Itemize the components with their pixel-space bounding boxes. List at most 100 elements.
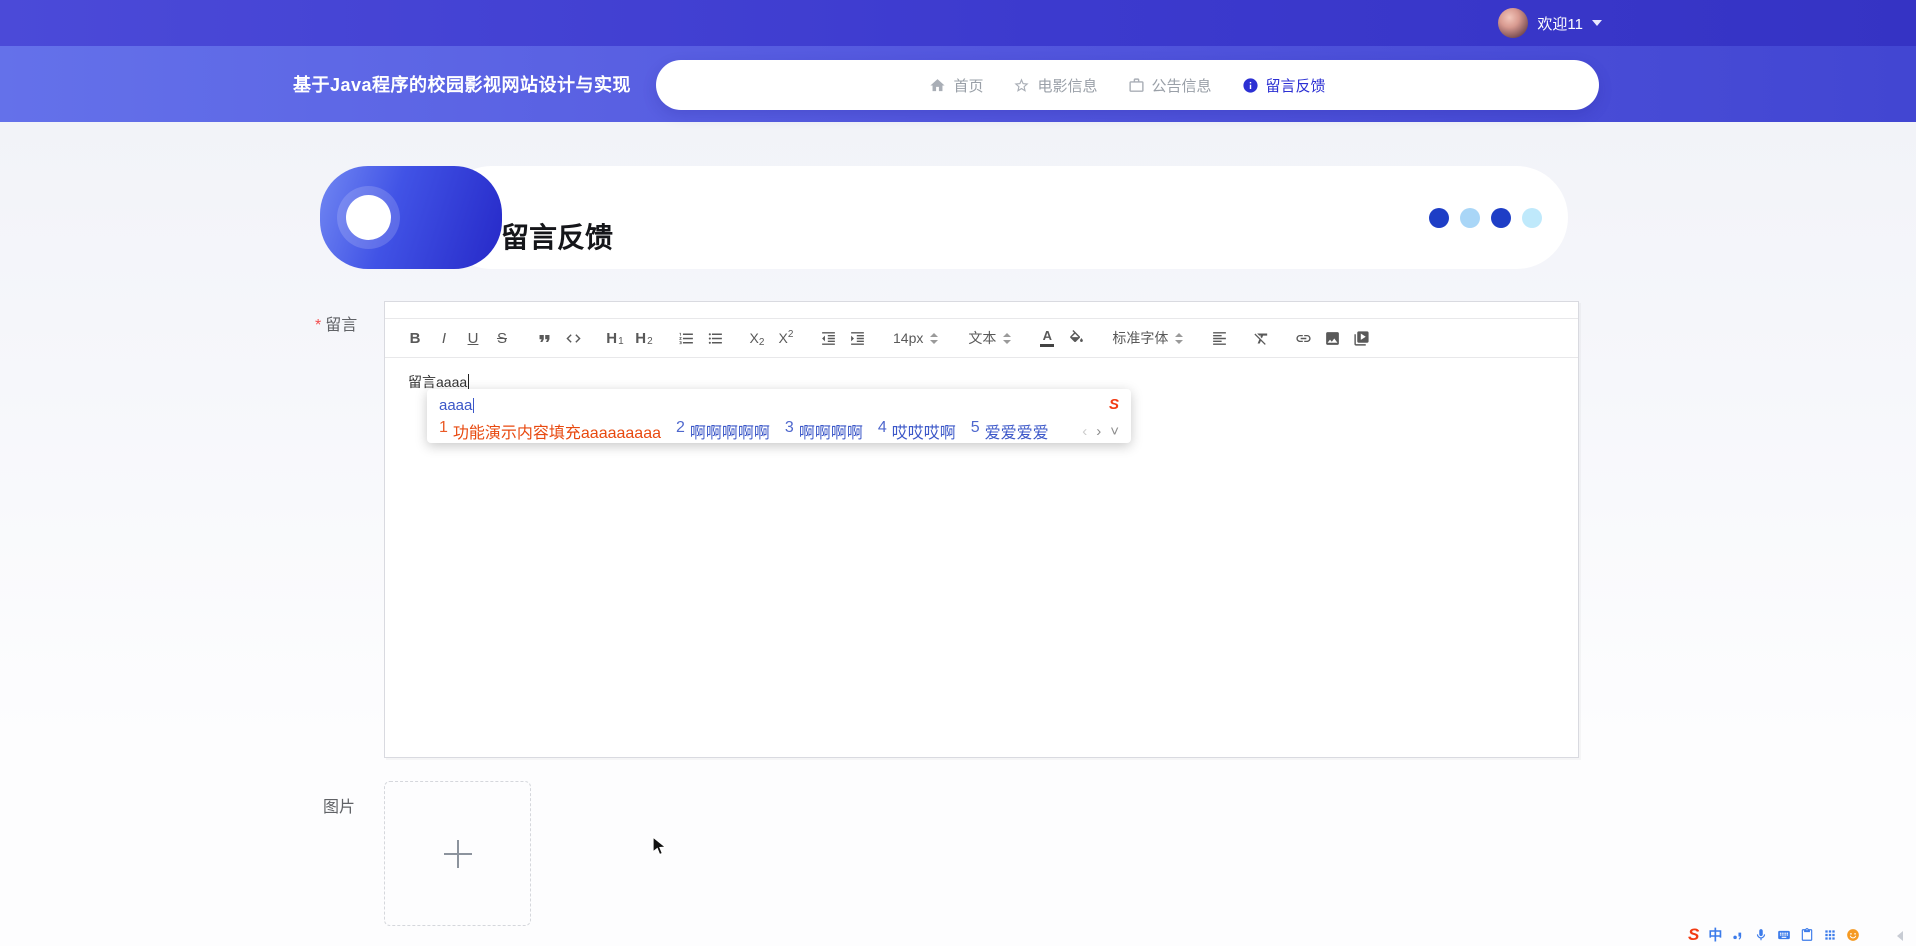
superscript-button[interactable]: X2 (772, 324, 800, 352)
image-field-label: 图片 (323, 793, 355, 817)
ime-prev-page-arrow[interactable]: ‹ (1082, 423, 1087, 440)
indent-button[interactable] (843, 324, 871, 352)
code-button[interactable] (559, 324, 587, 352)
mic-icon[interactable] (1754, 928, 1768, 942)
updown-arrows-icon (1003, 333, 1011, 344)
font-size-select[interactable]: 14px (885, 324, 946, 352)
avatar (1498, 8, 1528, 38)
nav-item-label: 电影信息 (1037, 75, 1097, 96)
briefcase-icon (1128, 77, 1145, 94)
text-caret (468, 374, 469, 390)
nav-item-notices[interactable]: 公告信息 (1128, 75, 1212, 96)
align-button[interactable] (1205, 324, 1233, 352)
ime-next-page-arrow[interactable]: › (1096, 423, 1101, 440)
user-menu[interactable]: 欢迎11 (1498, 0, 1602, 46)
nav-item-label: 公告信息 (1152, 75, 1212, 96)
image-upload-box[interactable] (384, 781, 531, 926)
bold-button[interactable]: B (401, 324, 429, 352)
quote-icon (536, 330, 553, 347)
ime-popup: aaaa S 1功能演示内容填充aaaaaaaaa 2啊啊啊啊啊 3啊啊啊啊 4… (427, 389, 1131, 443)
page-title: 留言反馈 (501, 185, 613, 288)
navbar: 基于Java程序的校园影视网站设计与实现 首页 电影信息 公告信息 留言反馈 (0, 46, 1916, 122)
video-button[interactable] (1347, 324, 1375, 352)
link-icon (1295, 330, 1312, 347)
image-button[interactable] (1318, 324, 1346, 352)
editor-top-strip (385, 302, 1578, 318)
rich-text-editor: B I U S H1 H2 X2 X2 14px (384, 301, 1579, 758)
sogou-ime-bar: S 中 (1688, 925, 1860, 945)
outdent-button[interactable] (814, 324, 842, 352)
welcome-text: 欢迎11 (1537, 13, 1583, 34)
ime-candidate-2[interactable]: 2啊啊啊啊啊 (676, 419, 770, 443)
video-icon (1353, 330, 1370, 347)
banner-dot (1429, 208, 1449, 228)
link-button[interactable] (1289, 324, 1317, 352)
image-icon (1324, 330, 1341, 347)
banner-dot (1491, 208, 1511, 228)
star-icon (1013, 77, 1030, 94)
mouse-cursor (652, 836, 672, 863)
font-color-button[interactable]: A (1033, 324, 1061, 352)
nav-item-home[interactable]: 首页 (929, 75, 983, 96)
ime-candidates-row: 1功能演示内容填充aaaaaaaaa 2啊啊啊啊啊 3啊啊啊啊 4哎哎哎啊 5爱… (439, 419, 1119, 443)
font-family-select[interactable]: 标准字体 (1104, 324, 1191, 352)
message-field-label: *留言 (315, 311, 357, 335)
plus-icon (444, 840, 472, 868)
keyboard-icon[interactable] (1777, 928, 1791, 942)
outdent-icon (820, 330, 837, 347)
banner-dot (1522, 208, 1542, 228)
ordered-list-button[interactable] (672, 324, 700, 352)
editor-toolbar: B I U S H1 H2 X2 X2 14px (385, 318, 1578, 358)
nav-item-feedback[interactable]: 留言反馈 (1242, 75, 1326, 96)
ime-candidate-5[interactable]: 5爱爱爱爱 (971, 419, 1049, 443)
align-left-icon (1211, 330, 1228, 347)
updown-arrows-icon (930, 333, 938, 344)
ime-composition-row: aaaa S (439, 395, 1119, 415)
ime-composition-text: aaaa (439, 397, 472, 414)
info-icon (1242, 77, 1259, 94)
site-title: 基于Java程序的校园影视网站设计与实现 (293, 46, 631, 122)
indent-icon (849, 330, 866, 347)
banner-circle-decoration (346, 195, 391, 240)
unordered-list-icon (707, 330, 724, 347)
punctuation-icon[interactable] (1731, 928, 1745, 942)
underline-button[interactable]: U (459, 324, 487, 352)
banner-dot (1460, 208, 1480, 228)
ime-candidate-1[interactable]: 1功能演示内容填充aaaaaaaaa (439, 419, 661, 443)
code-icon (565, 330, 582, 347)
required-mark: * (315, 317, 321, 334)
subscript-button[interactable]: X2 (743, 324, 771, 352)
ime-candidate-3[interactable]: 3啊啊啊啊 (785, 419, 863, 443)
heading1-button[interactable]: H1 (601, 324, 629, 352)
ime-caret (473, 398, 474, 413)
ime-expand-arrow[interactable]: ˅ (1110, 423, 1119, 440)
emoji-icon[interactable] (1846, 928, 1860, 942)
blockquote-button[interactable] (530, 324, 558, 352)
page: 欢迎11 基于Java程序的校园影视网站设计与实现 首页 电影信息 公告信息 留… (0, 0, 1916, 946)
collapse-arrow-icon[interactable] (1897, 931, 1903, 941)
page-banner: 留言反馈 (320, 166, 1568, 269)
unordered-list-button[interactable] (701, 324, 729, 352)
toolbox-grid-icon[interactable] (1823, 928, 1837, 942)
nav-item-label: 留言反馈 (1266, 75, 1326, 96)
topbar: 欢迎11 (0, 0, 1916, 46)
clear-format-button[interactable] (1247, 324, 1275, 352)
heading2-button[interactable]: H2 (630, 324, 658, 352)
sogou-logo[interactable]: S (1109, 397, 1119, 413)
highlight-button[interactable] (1062, 324, 1090, 352)
strikethrough-button[interactable]: S (488, 324, 516, 352)
clipboard-icon[interactable] (1800, 928, 1814, 942)
editor-text: 留言aaaa (408, 374, 467, 390)
home-icon (929, 77, 946, 94)
ime-pagination: ‹ › ˅ (1082, 423, 1119, 440)
text-type-select[interactable]: 文本 (960, 324, 1019, 352)
nav-item-label: 首页 (953, 75, 983, 96)
nav-pill: 首页 电影信息 公告信息 留言反馈 (656, 60, 1599, 110)
ime-mode-toggle[interactable]: 中 (1708, 925, 1722, 945)
sogou-logo[interactable]: S (1688, 925, 1699, 945)
nav-item-movies[interactable]: 电影信息 (1013, 75, 1097, 96)
highlight-icon (1068, 330, 1085, 347)
color-bar-icon (1040, 344, 1054, 347)
italic-button[interactable]: I (430, 324, 458, 352)
ime-candidate-4[interactable]: 4哎哎哎啊 (878, 419, 956, 443)
